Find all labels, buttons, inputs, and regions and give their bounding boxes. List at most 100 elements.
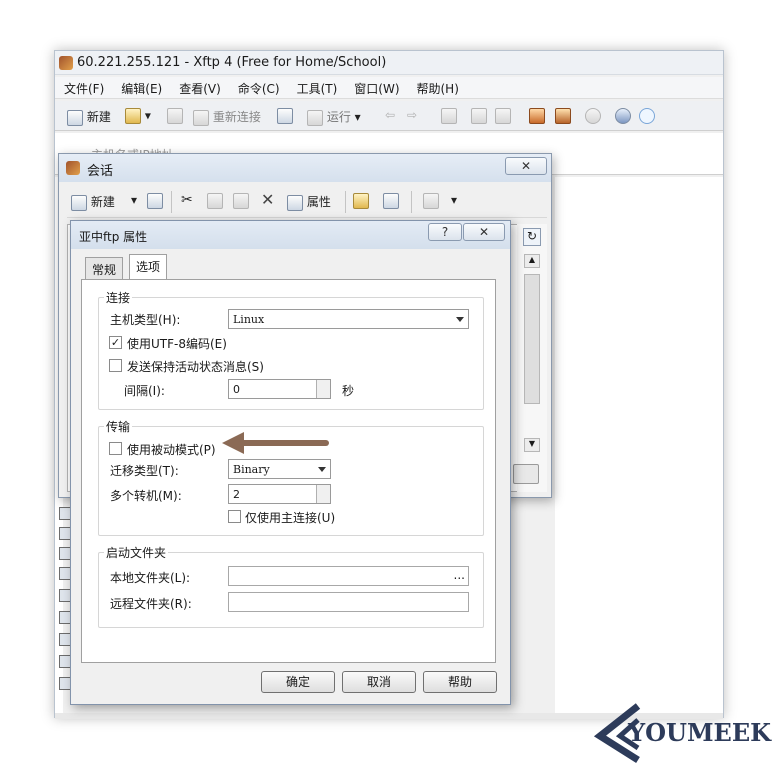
- refresh-icon[interactable]: ↻: [523, 228, 541, 246]
- paste-icon: [233, 193, 249, 209]
- run-button[interactable]: 运行 ▾: [307, 108, 361, 126]
- remote-folder-input[interactable]: [228, 592, 469, 612]
- interval-spinner[interactable]: 0: [228, 379, 331, 399]
- copy-icon: [207, 193, 223, 209]
- disconnect-button[interactable]: [167, 108, 183, 124]
- migrate-type-value: Binary: [233, 463, 270, 476]
- passive-mode-label: 使用被动模式(P): [127, 443, 216, 457]
- folder-icon: [125, 108, 141, 124]
- interval-value: 0: [233, 383, 240, 396]
- main-title-bar: 60.221.255.121 - Xftp 4 (Free for Home/S…: [55, 51, 723, 75]
- copy-button[interactable]: [471, 108, 487, 124]
- watermark-text: YOUMEEK: [628, 718, 771, 747]
- startup-folder-group: [98, 552, 484, 628]
- delete-icon[interactable]: ✕: [261, 190, 274, 209]
- xshell-button[interactable]: [529, 108, 545, 124]
- migrate-type-select[interactable]: Binary: [228, 459, 331, 479]
- host-type-value: Linux: [233, 313, 265, 326]
- xftp-button[interactable]: [555, 108, 571, 124]
- ok-button[interactable]: 确定: [261, 671, 335, 693]
- main-toolbar: 新建 ▾ 重新连接 运行 ▾ ⇦ ⇨: [55, 101, 723, 131]
- host-type-select[interactable]: Linux: [228, 309, 469, 329]
- main-conn-only-checkbox[interactable]: [228, 510, 241, 523]
- reconnect-label: 重新连接: [212, 110, 261, 124]
- session-dialog-button[interactable]: [513, 464, 539, 484]
- reconnect-button[interactable]: 重新连接: [193, 108, 261, 126]
- new-folder-button[interactable]: [353, 193, 369, 209]
- properties-close-button[interactable]: ✕: [463, 223, 505, 241]
- new-session-button[interactable]: 新建: [67, 108, 111, 126]
- forward-arrow-icon[interactable]: ⇨: [407, 108, 417, 122]
- keepalive-checkbox[interactable]: [109, 359, 122, 372]
- properties-dialog: 亚中ftp 属性 ? ✕ 常规 选项 连接 主机类型(H): Linux ✓ 使…: [70, 220, 511, 705]
- multi-hop-value: 2: [233, 488, 240, 501]
- help-icon: [615, 108, 631, 124]
- host-type-label: 主机类型(H):: [110, 313, 181, 327]
- transfer-icon: [441, 108, 457, 124]
- chat-button[interactable]: [639, 108, 655, 124]
- cancel-button[interactable]: 取消: [342, 671, 416, 693]
- spinner-arrows[interactable]: [316, 380, 330, 398]
- menu-edit[interactable]: 编辑(E): [112, 77, 170, 97]
- connection-group-label: 连接: [104, 289, 133, 306]
- session-close-button[interactable]: ✕: [505, 157, 547, 175]
- toolbar-separator: [171, 191, 172, 213]
- scroll-down-arrow[interactable]: ▼: [524, 438, 540, 452]
- interval-unit: 秒: [342, 384, 355, 398]
- remote-file-list[interactable]: [555, 177, 723, 713]
- copy-icon: [471, 108, 487, 124]
- run-icon: [307, 109, 323, 126]
- session-app-icon: [66, 161, 80, 175]
- help-button[interactable]: 帮助: [423, 671, 497, 693]
- transfer-button[interactable]: [441, 108, 457, 124]
- properties-title: 亚中ftp 属性: [79, 230, 148, 244]
- spinner-arrows[interactable]: [316, 485, 330, 503]
- view-button[interactable]: [423, 193, 439, 209]
- tab-options[interactable]: 选项: [129, 254, 168, 280]
- run-label: 运行: [326, 110, 351, 124]
- transfer-group-label: 传输: [104, 418, 133, 435]
- menu-window[interactable]: 窗口(W): [345, 77, 407, 97]
- properties-icon: [277, 108, 293, 124]
- session-save-button[interactable]: [147, 193, 163, 209]
- youmeek-watermark: YOUMEEK: [594, 702, 774, 764]
- browse-button[interactable]: ...: [454, 568, 465, 582]
- session-properties-button[interactable]: 属性: [287, 193, 331, 211]
- help-button[interactable]: [615, 108, 631, 124]
- session-list-scroll: ↻ ▲ ▼: [513, 224, 547, 492]
- toolbar-separator: [345, 191, 346, 213]
- chat-bubble-icon: [639, 108, 655, 124]
- back-arrow-icon[interactable]: ⇦: [385, 108, 395, 122]
- reconnect-icon: [193, 109, 209, 126]
- cut-icon[interactable]: ✂: [181, 192, 193, 208]
- scroll-up-arrow[interactable]: ▲: [524, 254, 540, 268]
- multi-hop-spinner[interactable]: 2: [228, 484, 331, 504]
- menu-tools[interactable]: 工具(T): [288, 77, 346, 97]
- session-new-button[interactable]: 新建: [71, 193, 115, 211]
- use-utf8-checkbox[interactable]: ✓: [109, 336, 122, 349]
- open-folder-button[interactable]: ▾: [125, 108, 151, 124]
- chevron-down-icon: [456, 317, 464, 322]
- menu-help[interactable]: 帮助(H): [408, 77, 467, 97]
- options-button[interactable]: [585, 108, 601, 124]
- copy-button[interactable]: [207, 193, 223, 209]
- scrollbar-thumb[interactable]: [524, 274, 540, 404]
- view-dropdown[interactable]: ▾: [451, 193, 457, 207]
- paste-button[interactable]: [233, 193, 249, 209]
- main-window-title: 60.221.255.121 - Xftp 4 (Free for Home/S…: [77, 55, 387, 70]
- menu-view[interactable]: 查看(V): [170, 77, 229, 97]
- local-folder-input[interactable]: ...: [228, 566, 469, 586]
- folder-icon: [353, 193, 369, 209]
- passive-mode-checkbox[interactable]: [109, 442, 122, 455]
- tab-general[interactable]: 常规: [85, 257, 124, 279]
- connect-button[interactable]: [383, 193, 399, 209]
- xftp-app-icon: [59, 56, 73, 70]
- help-question-button[interactable]: ?: [428, 223, 462, 241]
- new-session-icon: [67, 109, 83, 126]
- session-new-dropdown[interactable]: ▾: [131, 193, 137, 207]
- paste-button[interactable]: [495, 108, 511, 124]
- properties-button[interactable]: [277, 108, 293, 124]
- menu-file[interactable]: 文件(F): [55, 77, 112, 97]
- menu-command[interactable]: 命令(C): [229, 77, 288, 97]
- session-title: 会话: [87, 164, 114, 179]
